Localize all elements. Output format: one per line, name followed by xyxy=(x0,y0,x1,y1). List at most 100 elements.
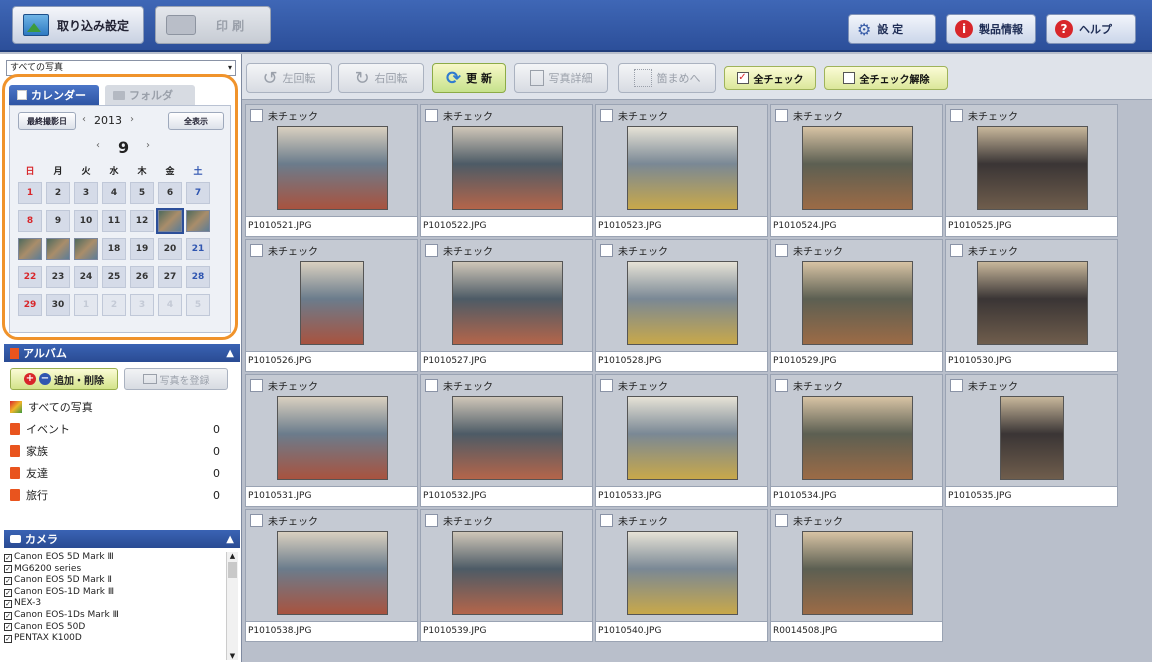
calendar-day[interactable]: 3 xyxy=(74,182,98,204)
photo-details-button[interactable]: 写真詳細 xyxy=(514,63,608,93)
camera-item[interactable]: ✓ NEX-3 xyxy=(4,598,228,610)
photo-card[interactable]: 未チェック P1010538.JPG xyxy=(245,509,418,642)
photo-thumbnail[interactable] xyxy=(977,261,1088,345)
camera-item[interactable]: ✓ PENTAX K100D xyxy=(4,633,228,645)
camera-section-header[interactable]: カメラ ▲ xyxy=(4,530,240,548)
calendar-day[interactable]: 2 xyxy=(46,182,70,204)
merge-button[interactable]: 箇まめへ xyxy=(618,63,716,93)
camera-item[interactable]: ✓ Canon EOS 5D Mark Ⅲ xyxy=(4,552,228,564)
calendar-day[interactable]: 2 xyxy=(102,294,126,316)
check-all-button[interactable]: ✓ 全チェック xyxy=(724,66,816,90)
calendar-day[interactable]: 10 xyxy=(74,210,98,232)
photo-checkbox[interactable] xyxy=(425,514,438,527)
album-item[interactable]: 友達 0 xyxy=(10,462,230,484)
checkbox-checked[interactable]: ✓ xyxy=(4,553,12,562)
rotate-right-button[interactable]: ↻ 右回転 xyxy=(338,63,424,93)
checkbox-checked[interactable]: ✓ xyxy=(4,576,12,585)
camera-item[interactable]: ✓ Canon EOS 50D xyxy=(4,622,228,634)
calendar-day[interactable]: 30 xyxy=(46,294,70,316)
photo-thumbnail[interactable] xyxy=(802,396,913,480)
next-year-icon[interactable]: › xyxy=(130,114,134,125)
calendar-day[interactable]: 22 xyxy=(18,266,42,288)
tab-calendar[interactable]: カレンダー xyxy=(9,85,99,105)
import-settings-button[interactable]: 取り込み設定 xyxy=(12,6,144,44)
help-button[interactable]: ? ヘルプ xyxy=(1046,14,1136,44)
prev-year-icon[interactable]: ‹ xyxy=(82,114,86,125)
show-all-button[interactable]: 全表示 xyxy=(168,112,224,130)
calendar-day[interactable]: 16 xyxy=(46,238,70,260)
checkbox-checked[interactable]: ✓ xyxy=(4,623,12,632)
photo-thumbnail[interactable] xyxy=(977,126,1088,210)
print-button[interactable]: 印 刷 xyxy=(155,6,271,44)
calendar-day[interactable]: 7 xyxy=(186,182,210,204)
calendar-day[interactable]: 18 xyxy=(102,238,126,260)
album-item-all[interactable]: すべての写真 xyxy=(10,396,230,418)
photo-card[interactable]: 未チェック P1010525.JPG xyxy=(945,104,1118,237)
photo-checkbox[interactable] xyxy=(950,109,963,122)
collapse-icon[interactable]: ▲ xyxy=(226,348,234,359)
photo-card[interactable]: 未チェック R0014508.JPG xyxy=(770,509,943,642)
calendar-day[interactable]: 13 xyxy=(156,208,184,234)
checkbox-checked[interactable]: ✓ xyxy=(4,600,12,609)
photo-checkbox[interactable] xyxy=(775,379,788,392)
photo-thumbnail[interactable] xyxy=(452,396,563,480)
photo-checkbox[interactable] xyxy=(775,109,788,122)
photo-checkbox[interactable] xyxy=(425,109,438,122)
photo-card[interactable]: 未チェック P1010540.JPG xyxy=(595,509,768,642)
photo-thumbnail[interactable] xyxy=(802,531,913,615)
photo-thumbnail[interactable] xyxy=(627,261,738,345)
camera-item[interactable]: ✓ MG6200 series xyxy=(4,564,228,576)
calendar-day[interactable]: 20 xyxy=(158,238,182,260)
calendar-day[interactable]: 5 xyxy=(186,294,210,316)
photo-card[interactable]: 未チェック P1010526.JPG xyxy=(245,239,418,372)
checkbox-checked[interactable]: ✓ xyxy=(4,565,12,574)
photo-checkbox[interactable] xyxy=(250,379,263,392)
calendar-day[interactable]: 4 xyxy=(102,182,126,204)
refresh-button[interactable]: ⟳ 更 新 xyxy=(432,63,506,93)
rotate-left-button[interactable]: ↺ 左回転 xyxy=(246,63,332,93)
photo-card[interactable]: 未チェック P1010532.JPG xyxy=(420,374,593,507)
calendar-day[interactable]: 8 xyxy=(18,210,42,232)
photo-thumbnail[interactable] xyxy=(277,531,388,615)
photo-card[interactable]: 未チェック P1010523.JPG xyxy=(595,104,768,237)
calendar-day[interactable]: 26 xyxy=(130,266,154,288)
checkbox-checked[interactable]: ✓ xyxy=(4,611,12,620)
camera-item[interactable]: ✓ Canon EOS 5D Mark Ⅱ xyxy=(4,575,228,587)
calendar-day[interactable]: 9 xyxy=(46,210,70,232)
settings-button[interactable]: ⚙ 設 定 xyxy=(848,14,936,44)
photo-card[interactable]: 未チェック P1010539.JPG xyxy=(420,509,593,642)
photo-thumbnail[interactable] xyxy=(802,261,913,345)
scroll-up-icon[interactable]: ▲ xyxy=(227,552,238,560)
product-info-button[interactable]: i 製品情報 xyxy=(946,14,1036,44)
photo-checkbox[interactable] xyxy=(950,244,963,257)
album-item[interactable]: 旅行 0 xyxy=(10,484,230,506)
photo-checkbox[interactable] xyxy=(950,379,963,392)
tab-folder[interactable]: フォルダ xyxy=(105,85,195,105)
photo-card[interactable]: 未チェック P1010531.JPG xyxy=(245,374,418,507)
calendar-day[interactable]: 3 xyxy=(130,294,154,316)
prev-month-icon[interactable]: ‹ xyxy=(96,140,100,151)
calendar-day[interactable]: 1 xyxy=(74,294,98,316)
photo-thumbnail[interactable] xyxy=(452,261,563,345)
photo-checkbox[interactable] xyxy=(250,244,263,257)
photo-thumbnail[interactable] xyxy=(277,126,388,210)
album-section-header[interactable]: アルバム ▲ xyxy=(4,344,240,362)
photo-thumbnail[interactable] xyxy=(452,126,563,210)
checkbox-checked[interactable]: ✓ xyxy=(4,588,12,597)
photo-checkbox[interactable] xyxy=(425,244,438,257)
photo-checkbox[interactable] xyxy=(600,244,613,257)
calendar-day[interactable]: 25 xyxy=(102,266,126,288)
calendar-day[interactable]: 24 xyxy=(74,266,98,288)
photo-card[interactable]: 未チェック P1010527.JPG xyxy=(420,239,593,372)
photo-card[interactable]: 未チェック P1010522.JPG xyxy=(420,104,593,237)
camera-list-scrollbar[interactable]: ▲ ▼ xyxy=(226,552,238,660)
calendar-day[interactable]: 15 xyxy=(18,238,42,260)
photo-checkbox[interactable] xyxy=(250,514,263,527)
photo-thumbnail[interactable] xyxy=(277,396,388,480)
calendar-day[interactable]: 21 xyxy=(186,238,210,260)
calendar-day[interactable]: 23 xyxy=(46,266,70,288)
photo-card[interactable]: 未チェック P1010535.JPG xyxy=(945,374,1118,507)
photo-card[interactable]: 未チェック P1010533.JPG xyxy=(595,374,768,507)
scrollbar-thumb[interactable] xyxy=(228,562,237,578)
calendar-day[interactable]: 6 xyxy=(158,182,182,204)
